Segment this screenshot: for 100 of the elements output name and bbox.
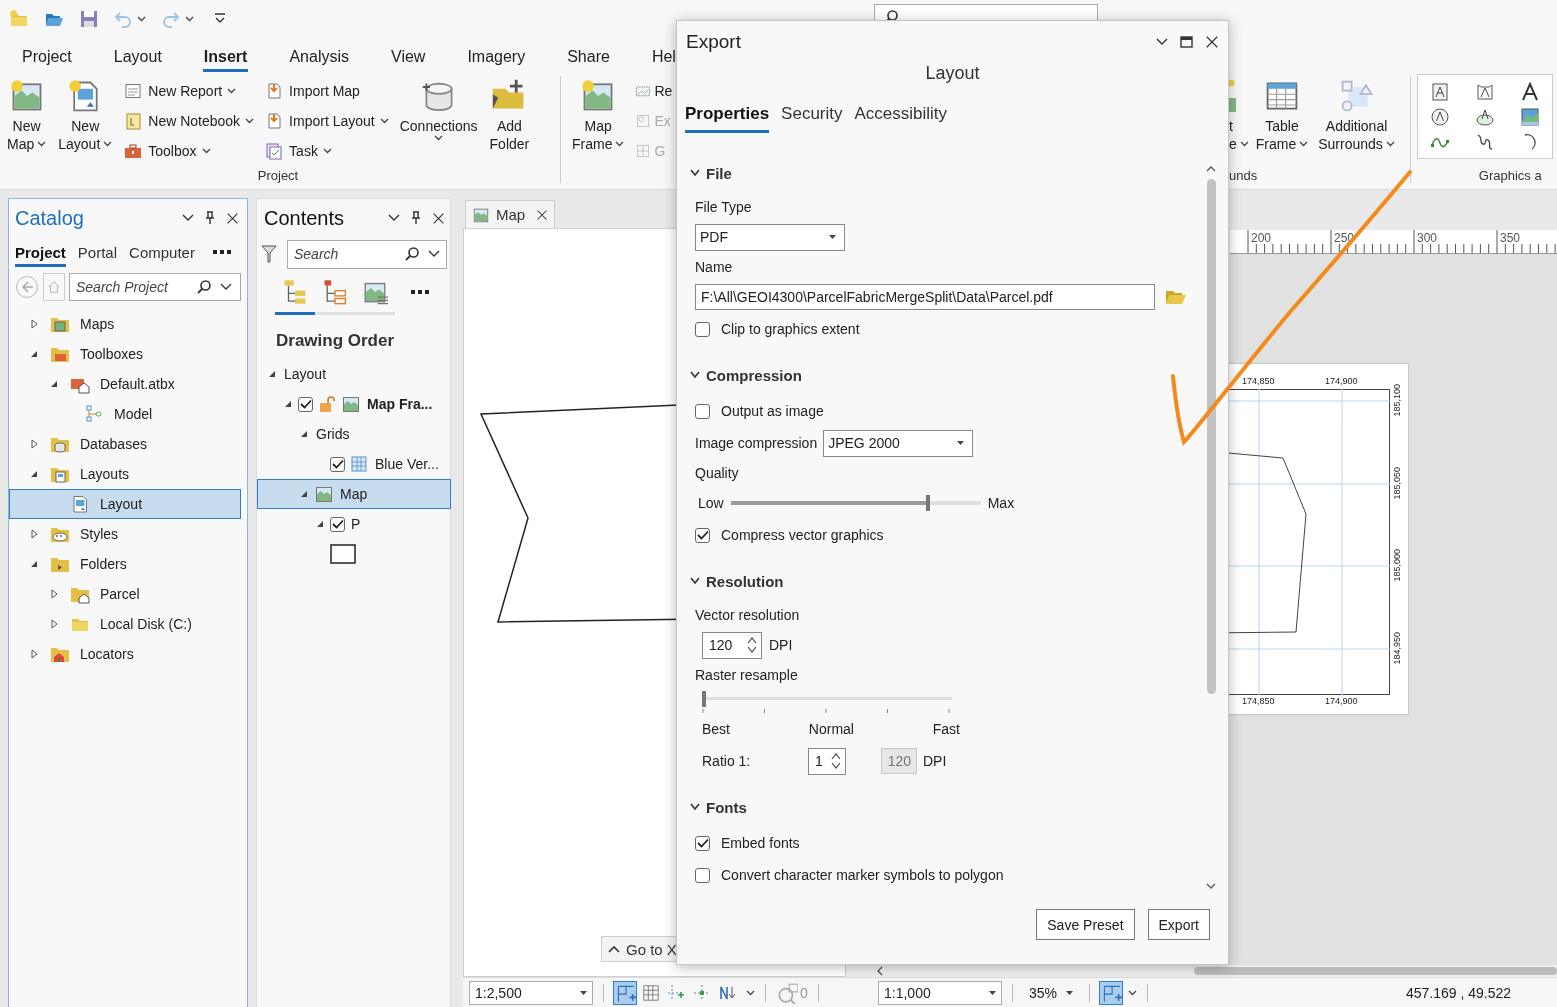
scroll-left-icon[interactable] (876, 966, 884, 976)
ribbon-tab[interactable]: Imagery (466, 48, 527, 72)
ribbon-button[interactable]: New Map (4, 76, 50, 155)
ribbon-button[interactable]: Map Frame (569, 76, 628, 155)
close-icon[interactable] (226, 211, 239, 225)
ribbon-tab[interactable]: Insert (202, 48, 249, 72)
section-header[interactable]: Fonts (690, 793, 747, 821)
tree-item[interactable]: Maps (9, 309, 241, 339)
ribbon-button[interactable]: New Notebook (121, 108, 257, 134)
maximize-icon[interactable] (1180, 36, 1193, 48)
spin-arrows-icon[interactable] (747, 636, 757, 654)
tree-item[interactable]: Layout (9, 489, 241, 519)
tree-item[interactable]: Toolboxes (9, 339, 241, 369)
checkbox[interactable] (695, 403, 710, 419)
caret-icon[interactable] (137, 16, 146, 22)
spin-box[interactable]: 120 (702, 631, 762, 659)
ribbon-button[interactable]: Additional Surrounds (1315, 76, 1398, 155)
tree-item[interactable]: Model (9, 399, 241, 429)
graphics-gallery[interactable] (1416, 74, 1553, 159)
tree-item[interactable]: P (257, 509, 451, 539)
filter-icon[interactable] (261, 244, 277, 264)
tree-item[interactable]: Grids (257, 419, 451, 449)
tree-item[interactable]: Layouts (9, 459, 241, 489)
tree-item[interactable]: Layout (257, 359, 451, 389)
slider-thumb[interactable] (702, 691, 706, 707)
expand-arrow-icon[interactable] (28, 648, 40, 660)
ribbon-tab[interactable]: Hel (650, 48, 677, 72)
checkbox[interactable] (330, 456, 345, 472)
expand-arrow-icon[interactable] (28, 318, 40, 330)
tree-item[interactable]: Blue Ver... (257, 449, 451, 479)
map-tab[interactable]: Map (465, 200, 555, 228)
view-tab[interactable] (275, 279, 315, 315)
checkbox[interactable] (695, 527, 710, 543)
chevron-down-icon[interactable] (1156, 38, 1168, 46)
ribbon-button[interactable]: New Layout (55, 76, 116, 155)
close-icon[interactable] (1205, 35, 1219, 49)
ribbon-button[interactable]: t e (1229, 76, 1249, 155)
pin-icon[interactable] (204, 211, 216, 225)
tree-item[interactable]: Folders (9, 549, 241, 579)
caret-icon[interactable] (185, 16, 194, 22)
scroll-down-icon[interactable] (1206, 883, 1216, 889)
chevron-down-icon[interactable] (220, 283, 232, 291)
close-icon[interactable] (536, 208, 548, 221)
close-icon[interactable] (432, 211, 445, 225)
slider-thumb[interactable] (926, 495, 931, 511)
section-header[interactable]: Compression (690, 361, 802, 389)
checkbox[interactable] (695, 867, 710, 883)
customize-icon[interactable] (214, 13, 226, 25)
more-icon[interactable] (411, 289, 429, 295)
ribbon-button[interactable]: Task (262, 138, 391, 164)
chevron-down-icon[interactable] (388, 214, 400, 222)
search-field[interactable]: Search Project (69, 273, 241, 301)
tree-item[interactable]: Parcel (9, 579, 241, 609)
ribbon-button[interactable]: Import Layout (262, 108, 391, 134)
ribbon-tab[interactable]: View (390, 48, 427, 72)
tree-item[interactable]: Databases (9, 429, 241, 459)
text-field[interactable]: F:\All\GEOI4300\ParcelFabricMergeSplit\Data\Parcel.pdf (695, 284, 1155, 310)
ribbon-button[interactable]: Re (633, 78, 675, 104)
spin-arrows-icon[interactable] (831, 752, 841, 770)
zoom-dropdown[interactable]: 35% (1023, 980, 1079, 1005)
tab[interactable]: Computer (129, 244, 195, 267)
tab[interactable]: Properties (685, 101, 770, 133)
tab[interactable]: Project (15, 244, 66, 267)
more-icon[interactable] (212, 250, 231, 255)
expand-arrow-icon[interactable] (28, 528, 40, 540)
tree-item[interactable]: Local Disk (C:) (9, 609, 241, 639)
checkbox[interactable] (695, 321, 710, 337)
expand-arrow-icon[interactable] (28, 438, 40, 450)
ribbon-button[interactable]: Add Folder (486, 76, 533, 155)
pin-icon[interactable] (410, 211, 422, 225)
section-header[interactable]: Resolution (690, 567, 784, 595)
ribbon-button[interactable]: Import Map (262, 78, 391, 104)
tab[interactable]: Security (781, 101, 843, 133)
ribbon-tab[interactable]: Layout (112, 48, 163, 72)
ribbon-tab[interactable]: Analysis (288, 48, 350, 72)
chevron-down-icon[interactable] (182, 214, 194, 222)
tree-item[interactable]: Map Fra... (257, 389, 451, 419)
search-field[interactable]: Search (287, 239, 447, 269)
scale-dropdown[interactable]: 1:2,500 (469, 980, 593, 1005)
ribbon-tab[interactable]: Share (566, 48, 611, 72)
checkbox[interactable] (330, 516, 345, 532)
grid-icon[interactable] (642, 983, 660, 1002)
snapping-icon[interactable] (614, 981, 636, 1004)
ribbon-button[interactable]: Table Frame (1252, 76, 1312, 155)
ribbon-tab[interactable]: Project (21, 48, 73, 72)
tab[interactable]: Portal (77, 244, 118, 267)
tree-item[interactable]: Locators (9, 639, 241, 669)
snapping-icon[interactable] (1100, 981, 1122, 1004)
checkbox[interactable] (695, 835, 710, 851)
spin-box[interactable]: 1 (808, 747, 846, 775)
expand-arrow-icon[interactable] (48, 588, 60, 600)
save-icon[interactable] (79, 9, 99, 29)
section-header[interactable]: File (690, 159, 732, 187)
dialog-button[interactable]: Export (1147, 909, 1210, 940)
ribbon-button[interactable]: New Report (121, 78, 257, 104)
chevron-down-icon[interactable] (428, 250, 440, 258)
expand-arrow-icon[interactable] (48, 618, 60, 630)
tab[interactable]: Accessibility (854, 101, 948, 133)
scroll-up-icon[interactable] (1206, 166, 1216, 172)
tree-item[interactable]: Map (257, 479, 451, 509)
